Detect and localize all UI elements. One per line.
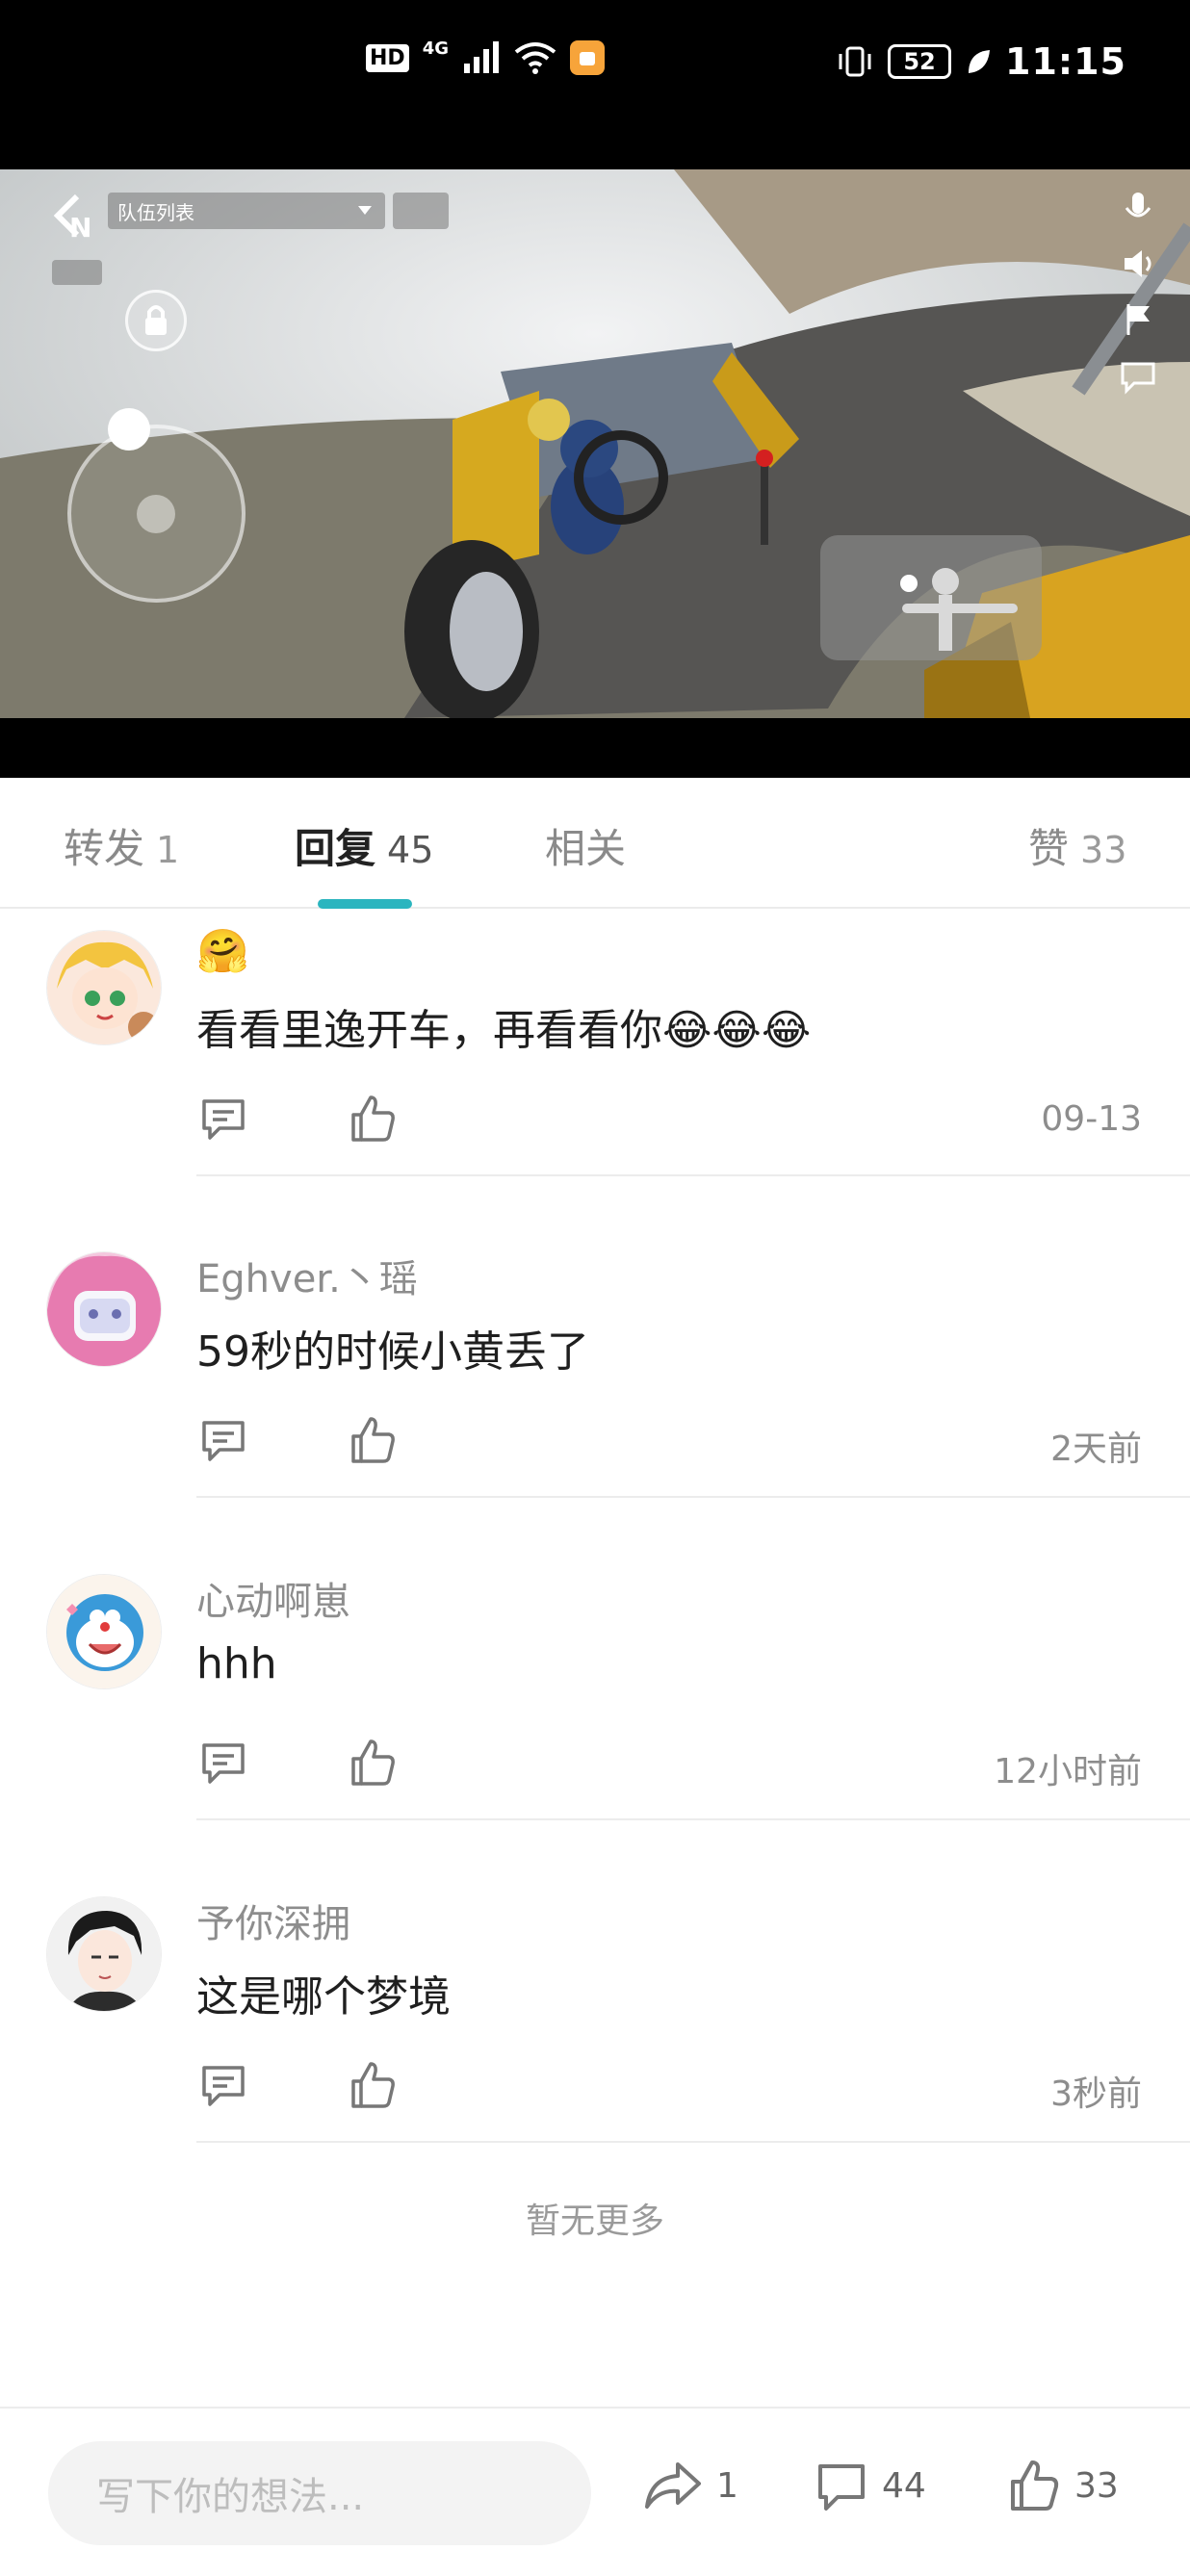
thumbs-up-icon[interactable] <box>346 1413 400 1467</box>
comment-divider <box>196 2141 1190 2143</box>
player-indicator-icon <box>52 260 102 285</box>
grab-action-button[interactable] <box>820 535 1042 660</box>
comment-divider <box>196 1496 1190 1498</box>
wifi-icon <box>514 42 556 74</box>
thumbs-up-icon[interactable] <box>346 1736 400 1790</box>
active-tab-indicator <box>318 899 412 909</box>
thumbs-up-icon[interactable] <box>346 2058 400 2112</box>
comment-divider <box>196 1174 1190 1176</box>
comment-actions: 09-13 <box>196 1092 1159 1149</box>
comment-text: 59秒的时候小黄丢了 <box>196 1327 589 1377</box>
tab-likes[interactable]: 赞 33 <box>1028 816 1126 875</box>
thumbs-up-icon <box>1011 2460 1059 2511</box>
avatar[interactable] <box>46 1896 162 2012</box>
status-left: HD 4G <box>366 38 605 75</box>
tab-repost-label: 转发 <box>64 825 145 872</box>
comment-time: 2天前 <box>1050 1430 1142 1469</box>
comment-actions: 12小时前 <box>196 1736 1159 1793</box>
no-more-label: 暂无更多 <box>525 2202 664 2241</box>
battery-indicator: 52 <box>888 44 952 79</box>
avatar[interactable] <box>46 1574 162 1689</box>
reply-icon[interactable] <box>196 1092 250 1146</box>
tab-reply-label: 回复 <box>295 825 376 872</box>
chat-bubble-icon[interactable] <box>1119 356 1157 395</box>
tab-reply[interactable]: 回复 45 <box>295 816 433 875</box>
comment-author[interactable]: 心动啊崽 <box>196 1570 350 1626</box>
back-arrow-icon[interactable]: N <box>48 189 104 245</box>
bottom-action-bar: 写下你的想法... 1 44 33 <box>0 2407 1190 2576</box>
tab-related[interactable]: 相关 <box>545 816 626 875</box>
comment-item: Eghver.丶瑶 59秒的时候小黄丢了 2天前 <box>0 1240 1190 1500</box>
lock-icon[interactable] <box>125 290 187 351</box>
video-letterbox <box>0 718 1190 778</box>
comment-button[interactable]: 44 <box>815 2459 926 2512</box>
mic-icon[interactable] <box>1119 189 1157 227</box>
team-list-label: 队伍列表 <box>117 200 194 224</box>
tab-repost-count: 1 <box>156 829 180 871</box>
comment-time: 12小时前 <box>994 1752 1142 1791</box>
comment-author[interactable]: 予你深拥 <box>196 1893 350 1948</box>
comment-time: 09-13 <box>1041 1099 1142 1139</box>
video-player[interactable]: N 队伍列表 <box>0 169 1190 718</box>
comment-author[interactable]: Eghver.丶瑶 <box>196 1248 418 1303</box>
tab-reply-count: 45 <box>387 829 434 871</box>
share-button[interactable]: 1 <box>643 2459 738 2512</box>
joystick-center <box>137 495 175 533</box>
comment-actions: 2天前 <box>196 1413 1159 1471</box>
like-count: 33 <box>1074 2465 1119 2506</box>
reply-icon[interactable] <box>196 1413 250 1467</box>
team-list-dropdown[interactable]: 队伍列表 <box>108 193 385 229</box>
reply-icon[interactable] <box>196 2058 250 2112</box>
comment-divider <box>196 1818 1190 1820</box>
comment-author-emoji: 🤗 <box>196 927 249 976</box>
svg-text:N: N <box>69 212 91 244</box>
like-button[interactable]: 33 <box>1007 2459 1119 2512</box>
tab-bar: 转发 1 回复 45 相关 赞 33 <box>0 778 1190 909</box>
comment-text: 看看里逸开车，再看看你😂😂😂 <box>196 1006 812 1055</box>
network-type: 4G <box>422 38 449 59</box>
comment-icon <box>818 2464 865 2511</box>
status-bar: HD 4G 52 11:15 <box>0 0 1190 169</box>
share-icon <box>645 2462 701 2509</box>
comment-text: hhh <box>196 1639 277 1688</box>
hd-badge: HD <box>366 43 409 72</box>
status-right: 52 11:15 <box>836 40 1126 83</box>
page: HD 4G 52 11:15 N 队伍列表 转发 1 回复 45 相关 赞 33… <box>0 0 1190 2576</box>
tab-likes-label: 赞 <box>1028 825 1070 872</box>
comment-text: 这是哪个梦境 <box>196 1972 451 2022</box>
tab-related-label: 相关 <box>545 825 627 872</box>
reply-icon[interactable] <box>196 1736 250 1790</box>
comment-item: 🤗 看看里逸开车，再看看你😂😂😂 09-13 <box>0 918 1190 1178</box>
tab-repost[interactable]: 转发 1 <box>64 816 179 875</box>
leaf-icon <box>969 50 991 73</box>
flag-icon[interactable] <box>1119 300 1157 339</box>
share-count: 1 <box>716 2465 738 2506</box>
vibrate-icon <box>839 46 871 77</box>
tab-likes-count: 33 <box>1080 829 1127 871</box>
notification-app-icon <box>570 40 605 75</box>
chevron-down-icon <box>358 206 372 215</box>
clock: 11:15 <box>1005 40 1126 83</box>
thumbs-up-icon[interactable] <box>346 1092 400 1146</box>
comment-actions: 3秒前 <box>196 2058 1159 2116</box>
joystick-knob[interactable] <box>108 408 150 451</box>
comment-count: 44 <box>882 2465 926 2506</box>
speaker-icon[interactable] <box>1119 245 1157 283</box>
comment-input[interactable]: 写下你的想法... <box>48 2441 591 2545</box>
team-voice-icon[interactable] <box>393 193 449 229</box>
avatar[interactable] <box>46 930 162 1045</box>
comment-item: 心动啊崽 hhh 12小时前 <box>0 1562 1190 1822</box>
avatar[interactable] <box>46 1251 162 1367</box>
comment-input-placeholder: 写下你的想法... <box>96 2475 365 2519</box>
comment-time: 3秒前 <box>1050 2074 1142 2114</box>
signal-icon <box>464 41 499 73</box>
comment-item: 予你深拥 这是哪个梦境 3秒前 <box>0 1885 1190 2145</box>
